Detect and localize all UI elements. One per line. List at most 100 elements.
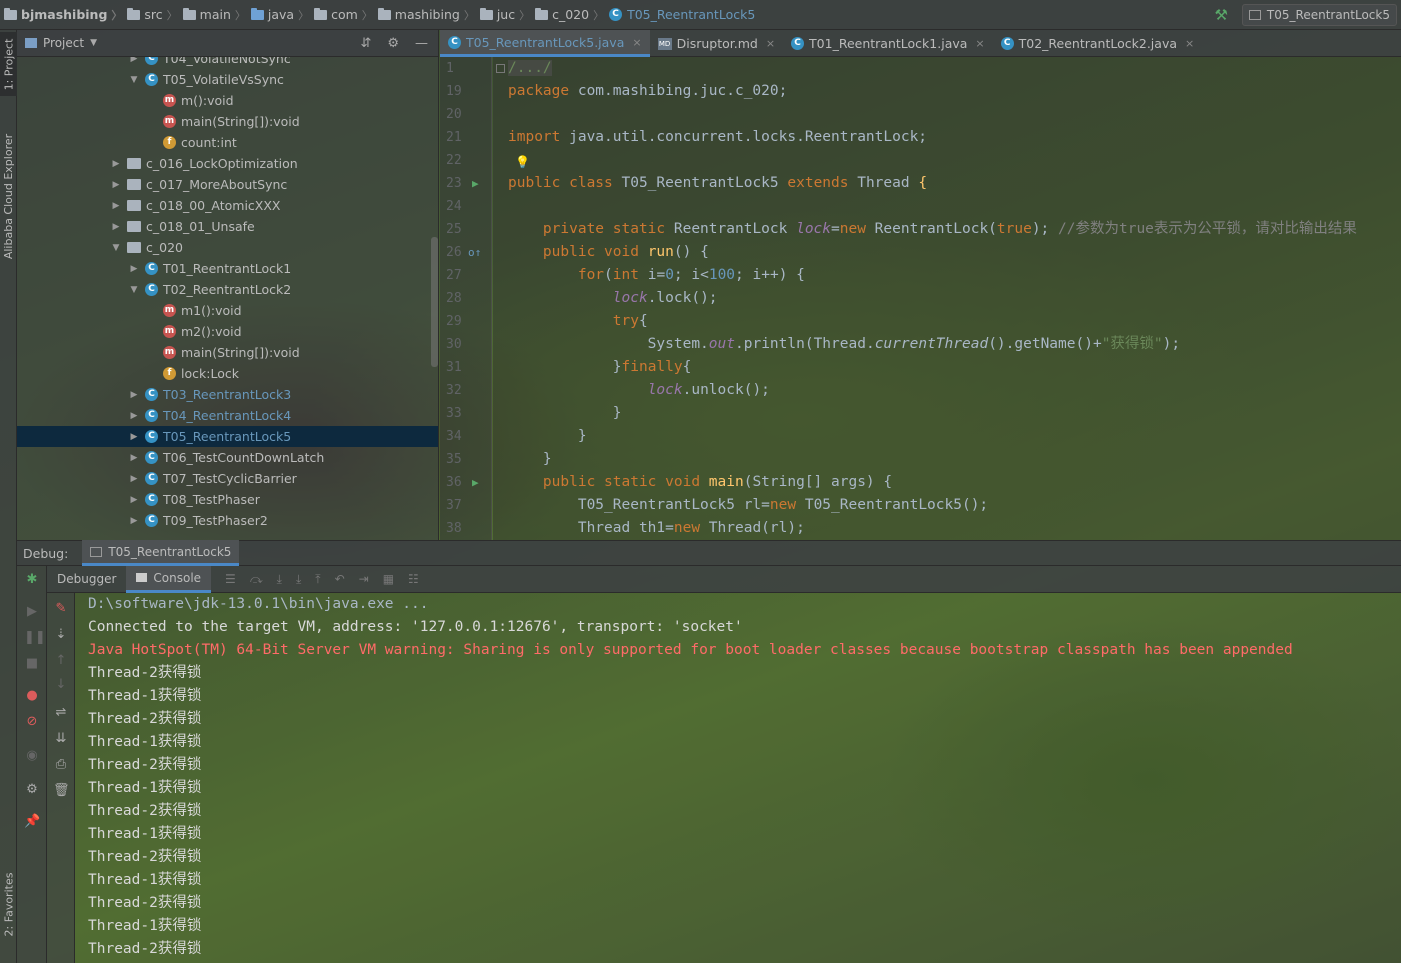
override-method-icon[interactable]: o↑ [468,241,481,264]
chevron-right-icon[interactable]: ▶ [109,222,123,232]
tree-item[interactable]: ▶ c_017_MoreAboutSync [17,174,438,195]
breadcrumb-c-020[interactable]: c_020 〉 [535,0,609,30]
scroll-down-icon[interactable]: ⇣ [53,627,69,643]
step-out-icon[interactable]: ⤒ [315,572,320,587]
drop-frame-icon[interactable]: ↶ [335,572,345,586]
force-step-into-icon[interactable]: ⤓ [296,572,301,587]
line-number[interactable]: 27 [440,264,492,287]
breadcrumb-project[interactable]: bjmashibing 〉 [4,0,127,30]
step-over-icon[interactable]: ⤼ [250,572,263,587]
breadcrumb-main[interactable]: main 〉 [182,0,251,30]
tree-item[interactable]: ▶ c_018_00_AtomicXXX [17,195,438,216]
chevron-right-icon[interactable]: ▶ [127,432,141,442]
run-gutter-icon[interactable]: ▶ [472,172,479,195]
line-number[interactable]: 23 ▶ [440,172,492,195]
print-icon[interactable]: ⎙ [53,757,69,773]
line-number[interactable]: 34 [440,425,492,448]
chevron-right-icon[interactable]: ▶ [127,495,141,505]
line-number[interactable]: 35 [440,448,492,471]
tree-item[interactable]: ▼ C T02_ReentrantLock2 [17,279,438,300]
camera-icon[interactable]: ◉ [24,748,40,764]
run-configuration-selector[interactable]: T05_ReentrantLock5 [1241,3,1397,26]
tree-item[interactable]: ▶ c_016_LockOptimization [17,153,438,174]
tree-item[interactable]: f lock:Lock [17,363,438,384]
build-hammer-icon[interactable]: ⚒ [1214,6,1227,24]
down-icon[interactable]: ↓ [53,677,69,693]
tree-item[interactable]: ▶ C T03_ReentrantLock3 [17,384,438,405]
evaluate-expression-icon[interactable]: ▦ [383,572,394,586]
settings-gear-icon[interactable]: ⚙ [24,782,40,798]
tree-item[interactable]: ▶ C T06_TestCountDownLatch [17,447,438,468]
chevron-right-icon[interactable]: ▶ [109,180,123,190]
editor-tab[interactable]: C T05_ReentrantLock5.java × [440,30,650,57]
line-number[interactable]: 24 [440,195,492,218]
line-number[interactable]: 19 [440,80,492,103]
tree-item[interactable]: ▶ C T09_TestPhaser2 [17,510,438,531]
rerun-debug-icon[interactable]: ✱ [24,572,40,588]
chevron-right-icon[interactable]: ▶ [109,159,123,169]
line-number[interactable]: 30 [440,333,492,356]
close-icon[interactable]: × [975,37,984,50]
tree-item[interactable]: f count:int [17,132,438,153]
line-number[interactable]: 29 [440,310,492,333]
line-number[interactable]: 21 [440,126,492,149]
chevron-down-icon[interactable]: ▼ [127,285,141,295]
tree-item[interactable]: ▶ C T07_TestCyclicBarrier [17,468,438,489]
mute-breakpoints-icon[interactable]: ⊘ [24,714,40,730]
chevron-down-icon[interactable]: ▼ [90,38,97,48]
line-number[interactable]: 25 [440,218,492,241]
chevron-right-icon[interactable]: ▶ [127,390,141,400]
line-number[interactable]: 36 ▶ [440,471,492,494]
tree-item[interactable]: ▶ c_018_01_Unsafe [17,216,438,237]
code-editor[interactable]: 💡 /.../ package com.mashibing.juc.c_020;… [493,57,1401,540]
chevron-right-icon[interactable]: ▶ [109,201,123,211]
hide-panel-icon[interactable]: — [415,36,428,51]
tab-console[interactable]: Console [126,565,212,593]
chevron-right-icon[interactable]: ▶ [127,516,141,526]
chevron-right-icon[interactable]: ▶ [127,57,141,64]
chevron-right-icon[interactable]: ▶ [127,453,141,463]
view-breakpoints-icon[interactable]: ● [24,688,40,704]
tab-debugger[interactable]: Debugger [47,566,126,593]
chevron-down-icon[interactable]: ▼ [109,243,123,253]
breadcrumb-src[interactable]: src 〉 [127,0,182,30]
pause-program-icon[interactable]: ❚❚ [24,630,46,646]
tree-item[interactable]: ▼ c_020 [17,237,438,258]
editor-tab[interactable]: MD Disruptor.md × [650,30,783,57]
up-icon[interactable]: ↑ [53,653,69,669]
step-into-icon[interactable]: ⤓ [277,572,282,587]
tree-item[interactable]: m main(String[]):void [17,342,438,363]
tree-item[interactable]: m m2():void [17,321,438,342]
chevron-right-icon[interactable]: ▶ [127,411,141,421]
chevron-right-icon[interactable]: ▶ [127,264,141,274]
collapse-all-icon[interactable]: ⇵ [360,36,371,51]
project-view-selector[interactable]: Project [43,36,84,50]
run-gutter-icon[interactable]: ▶ [472,471,479,494]
line-number[interactable]: 31 [440,356,492,379]
tree-scrollbar[interactable] [431,237,438,367]
tree-item[interactable]: ▼ C T05_VolatileVsSync [17,69,438,90]
pin-icon[interactable]: 📌 [24,814,40,830]
line-number[interactable]: 26 o↑ [440,241,492,264]
line-number[interactable]: 33 [440,402,492,425]
close-icon[interactable]: × [632,36,641,49]
breadcrumb-java[interactable]: java 〉 [250,0,314,30]
line-number[interactable]: 37 [440,494,492,517]
tree-item[interactable]: ▶ C T04_ReentrantLock4 [17,405,438,426]
soft-wrap-icon[interactable]: ⇌ [53,705,69,721]
run-to-cursor-icon[interactable]: ⇥ [359,572,369,586]
close-icon[interactable]: × [766,37,775,50]
tree-item[interactable]: ▶ C T05_ReentrantLock5 [17,426,438,447]
editor-tab[interactable]: C T02_ReentrantLock2.java × [993,30,1203,57]
resume-program-icon[interactable]: ▶ [24,604,40,620]
tree-item[interactable]: m m1():void [17,300,438,321]
debug-session-tab[interactable]: T05_ReentrantLock5 [82,540,240,566]
tree-item[interactable]: ▶ C T01_ReentrantLock1 [17,258,438,279]
tree-item[interactable]: m m():void [17,90,438,111]
line-number[interactable]: 32 [440,379,492,402]
stop-icon[interactable]: ■ [24,656,40,672]
lightbulb-icon[interactable]: 💡 [515,155,530,169]
scroll-to-end-icon[interactable]: ⇊ [53,731,69,747]
line-number[interactable]: 22 [440,149,492,172]
tree-item[interactable]: m main(String[]):void [17,111,438,132]
